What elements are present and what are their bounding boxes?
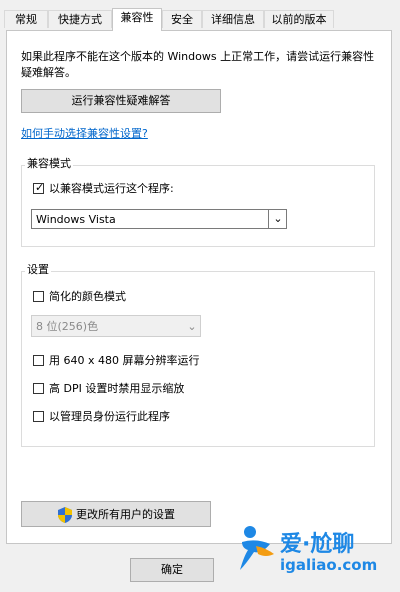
compat-mode-label: 以兼容模式运行这个程序: xyxy=(49,182,174,195)
tab-label: 安全 xyxy=(171,13,193,26)
tab-security[interactable]: 安全 xyxy=(162,10,202,28)
settings-title: 设置 xyxy=(25,263,51,277)
high-dpi-checkbox[interactable] xyxy=(33,383,44,394)
logo-mark-icon xyxy=(240,526,274,570)
watermark-line2: igaliao.com xyxy=(280,556,378,574)
compatibility-panel: 如果此程序不能在这个版本的 Windows 上正常工作，请尝试运行兼容性疑难解答… xyxy=(6,30,392,544)
color-depth-value: 8 位(256)色 xyxy=(36,320,99,333)
reduced-color-label: 简化的颜色模式 xyxy=(49,290,126,303)
chevron-down-icon: ⌄ xyxy=(187,320,197,333)
change-all-users-button[interactable]: 更改所有用户的设置 xyxy=(21,501,211,527)
tab-shortcut[interactable]: 快捷方式 xyxy=(48,10,112,28)
compat-mode-checkbox[interactable]: ✓ xyxy=(33,181,45,194)
tab-label: 详细信息 xyxy=(211,13,255,26)
uac-shield-icon xyxy=(58,507,72,523)
high-dpi-label: 高 DPI 设置时禁用显示缩放 xyxy=(49,382,185,395)
tab-previous-versions[interactable]: 以前的版本 xyxy=(264,10,334,28)
run-640-checkbox[interactable] xyxy=(33,355,44,366)
tab-label: 兼容性 xyxy=(120,11,154,24)
button-label: 更改所有用户的设置 xyxy=(76,508,175,521)
color-depth-select[interactable]: 8 位(256)色 ⌄ xyxy=(31,315,201,337)
os-select-value: Windows Vista xyxy=(36,213,116,226)
tab-label: 常规 xyxy=(15,13,37,26)
tab-details[interactable]: 详细信息 xyxy=(202,10,264,28)
compat-mode-group xyxy=(21,165,375,247)
tab-compatibility[interactable]: 兼容性 xyxy=(112,8,162,31)
tab-label: 快捷方式 xyxy=(58,13,102,26)
watermark-logo: 爱·尬聊 igaliao.com xyxy=(236,524,377,575)
run-as-admin-label: 以管理员身份运行此程序 xyxy=(49,410,170,423)
chevron-down-icon: ⌄ xyxy=(273,212,283,225)
tab-label: 以前的版本 xyxy=(271,13,327,26)
os-select[interactable]: Windows Vista ⌄ xyxy=(31,209,287,229)
check-icon: ✓ xyxy=(35,181,45,194)
manual-compat-link[interactable]: 如何手动选择兼容性设置? xyxy=(21,125,148,141)
reduced-color-checkbox[interactable] xyxy=(33,291,44,302)
watermark-line1: 爱·尬聊 xyxy=(280,532,355,557)
compat-mode-title: 兼容模式 xyxy=(25,157,73,171)
description-text: 如果此程序不能在这个版本的 Windows 上正常工作，请尝试运行兼容性疑难解答… xyxy=(21,50,375,79)
tab-general[interactable]: 常规 xyxy=(4,10,48,28)
button-label: 确定 xyxy=(161,563,183,576)
run-640-label: 用 640 x 480 屏幕分辨率运行 xyxy=(49,354,200,367)
ok-button[interactable]: 确定 xyxy=(130,558,214,582)
tab-strip: 常规 快捷方式 兼容性 安全 详细信息 以前的版本 xyxy=(4,8,396,31)
run-as-admin-checkbox[interactable] xyxy=(33,411,44,422)
button-label: 运行兼容性疑难解答 xyxy=(71,94,171,107)
run-troubleshooter-button[interactable]: 运行兼容性疑难解答 xyxy=(21,89,221,113)
